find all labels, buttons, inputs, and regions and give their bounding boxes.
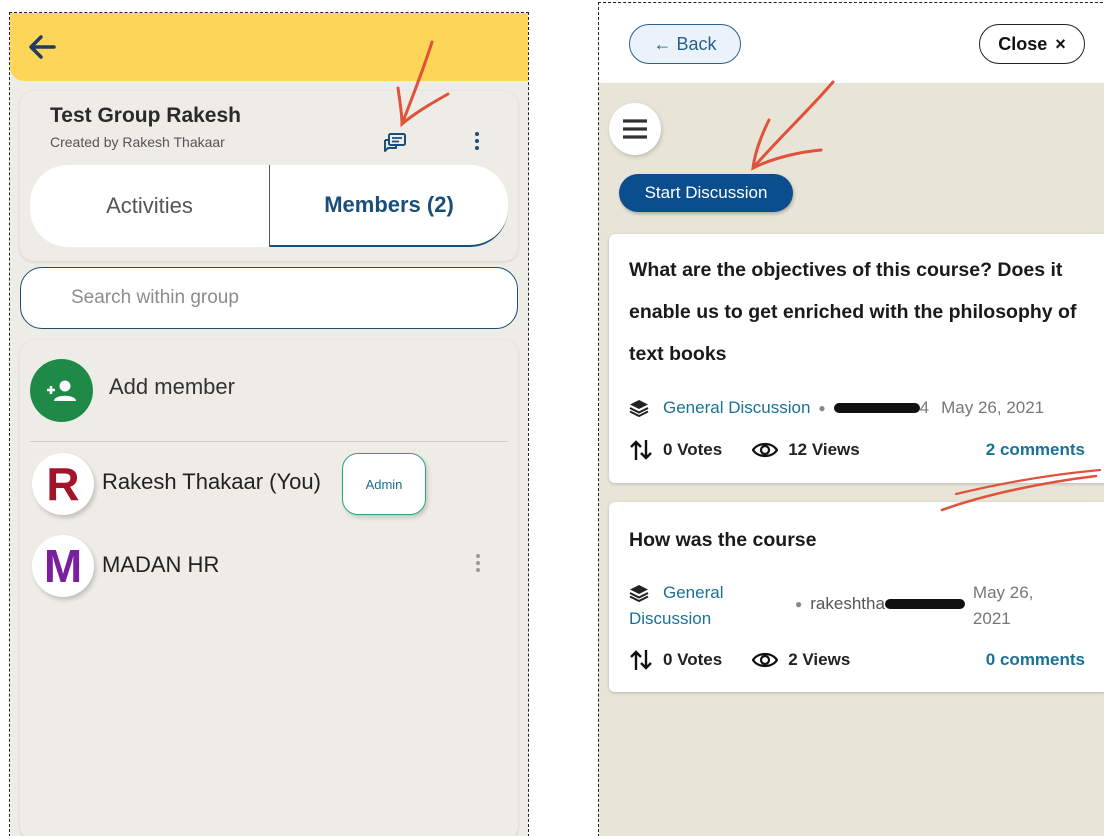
screenshot-frame-right (598, 2, 1104, 836)
screenshot-frame-left (9, 12, 529, 836)
